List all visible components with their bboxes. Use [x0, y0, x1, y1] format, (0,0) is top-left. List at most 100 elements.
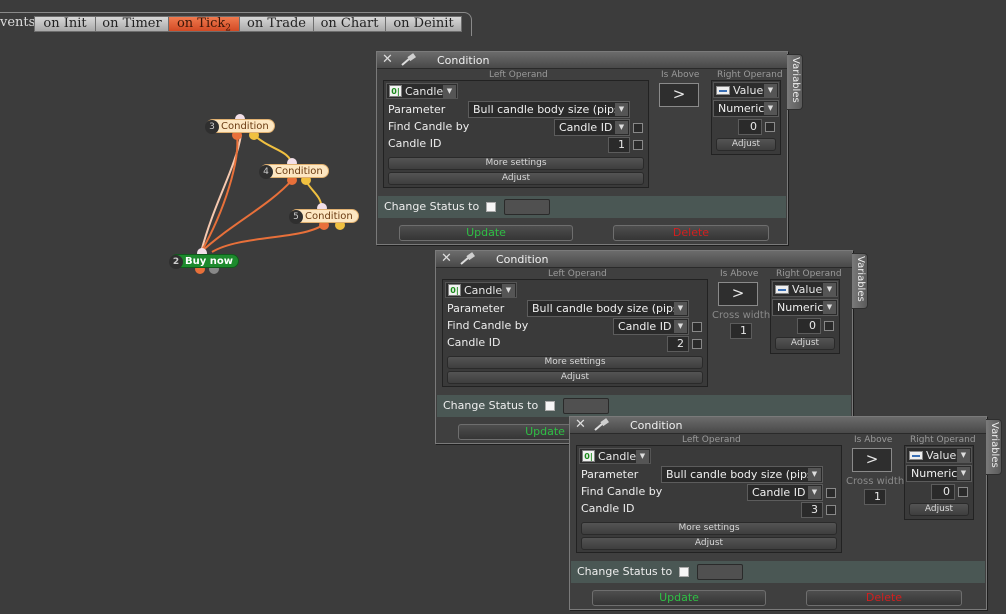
graph-node-condition-5[interactable]: 5 Condition [289, 209, 359, 224]
candle-id-label: Candle ID [581, 502, 635, 515]
left-operand-header: Left Operand [682, 435, 741, 445]
right-value-checkbox[interactable] [824, 321, 834, 331]
right-value-input[interactable]: 0 [738, 119, 762, 135]
numeric-select[interactable]: Numeric ▼ [906, 465, 972, 482]
candle-icon: 0| [389, 85, 402, 97]
chevron-down-icon: ▼ [674, 302, 687, 315]
change-status-field[interactable] [563, 398, 609, 414]
update-button[interactable]: Update [592, 590, 766, 606]
more-settings-button[interactable]: More settings [388, 157, 644, 170]
value-icon [716, 86, 730, 95]
pin-icon[interactable] [458, 252, 476, 266]
panel-title: Condition [630, 419, 683, 432]
close-icon[interactable]: ✕ [441, 252, 454, 266]
right-adjust-button[interactable]: Adjust [775, 337, 835, 350]
graph-node-buy-now[interactable]: 2 Buy now [169, 254, 239, 269]
change-status-field[interactable] [697, 564, 743, 580]
variables-tab[interactable]: Variables [852, 253, 868, 309]
chevron-down-icon: ▼ [808, 468, 821, 481]
candle-id-input[interactable]: 1 [608, 137, 630, 153]
cross-width-label: Cross width [846, 476, 905, 487]
left-operand-box: 0| Candle ▼ Parameter Bull candle body s… [576, 445, 842, 553]
left-adjust-button[interactable]: Adjust [388, 172, 644, 185]
parameter-label: Parameter [388, 103, 446, 116]
variables-tab[interactable]: Variables [787, 54, 803, 110]
chevron-down-icon: ▼ [764, 84, 777, 97]
right-value-input[interactable]: 0 [931, 484, 955, 500]
tab-on-deinit[interactable]: on Deinit [385, 16, 462, 32]
left-operand-header: Left Operand [489, 70, 548, 80]
right-value-input[interactable]: 0 [797, 318, 821, 334]
chevron-down-icon: ▼ [764, 102, 777, 115]
left-operand-box: 0| Candle ▼ Parameter Bull candle body s… [442, 279, 708, 387]
cross-width-input[interactable]: 1 [864, 489, 886, 505]
right-operand-header: Right Operand [717, 70, 783, 80]
left-adjust-button[interactable]: Adjust [447, 371, 703, 384]
right-operand-type-select[interactable]: Value ▼ [772, 281, 838, 297]
candle-id-input[interactable]: 2 [667, 336, 689, 352]
parameter-select[interactable]: Bull candle body size (pips) ▼ [661, 466, 823, 483]
change-status-checkbox[interactable] [486, 202, 496, 212]
left-adjust-button[interactable]: Adjust [581, 537, 837, 550]
candle-id-checkbox[interactable] [633, 140, 643, 150]
chevron-down-icon: ▼ [502, 284, 515, 297]
find-candle-checkbox[interactable] [692, 322, 702, 332]
right-value-checkbox[interactable] [765, 122, 775, 132]
right-operand-type-select[interactable]: Value ▼ [713, 82, 779, 98]
find-candle-select[interactable]: Candle ID ▼ [613, 318, 689, 335]
value-icon [909, 451, 923, 460]
change-status-row: Change Status to [571, 561, 985, 583]
chevron-down-icon: ▼ [808, 486, 821, 499]
find-candle-select[interactable]: Candle ID ▼ [554, 119, 630, 136]
right-operand-header: Right Operand [776, 269, 842, 279]
candle-id-input[interactable]: 3 [801, 502, 823, 518]
operator-button[interactable]: > [718, 282, 758, 306]
delete-button[interactable]: Delete [806, 590, 962, 606]
panel-title: Condition [496, 253, 549, 266]
right-operand-type-select[interactable]: Value ▼ [906, 447, 972, 463]
change-status-checkbox[interactable] [545, 401, 555, 411]
more-settings-button[interactable]: More settings [581, 522, 837, 535]
more-settings-button[interactable]: More settings [447, 356, 703, 369]
panel-titlebar[interactable]: ✕ Condition [377, 52, 787, 69]
panel-titlebar[interactable]: ✕ Condition [436, 251, 852, 268]
change-status-label: Change Status to [443, 399, 539, 412]
numeric-select[interactable]: Numeric ▼ [772, 299, 838, 316]
left-operand-type-select[interactable]: 0| Candle ▼ [579, 448, 651, 464]
parameter-select[interactable]: Bull candle body size (pips) ▼ [527, 300, 689, 317]
variables-tab[interactable]: Variables [986, 419, 1002, 475]
find-candle-select[interactable]: Candle ID ▼ [747, 484, 823, 501]
candle-id-label: Candle ID [447, 336, 501, 349]
left-operand-box: 0| Candle ▼ Parameter Bull candle body s… [383, 80, 649, 188]
panel-titlebar[interactable]: ✕ Condition [570, 417, 986, 434]
close-icon[interactable]: ✕ [575, 418, 588, 432]
find-candle-checkbox[interactable] [826, 488, 836, 498]
find-candle-checkbox[interactable] [633, 123, 643, 133]
graph-node-condition-4[interactable]: 4 Condition [259, 164, 329, 179]
change-status-row: Change Status to [378, 196, 786, 218]
numeric-select[interactable]: Numeric ▼ [713, 100, 779, 117]
chevron-down-icon: ▼ [674, 320, 687, 333]
change-status-checkbox[interactable] [679, 567, 689, 577]
candle-icon: 0| [582, 450, 595, 462]
parameter-select[interactable]: Bull candle body size (pips) ▼ [468, 101, 630, 118]
close-icon[interactable]: ✕ [382, 53, 395, 67]
right-adjust-button[interactable]: Adjust [909, 503, 969, 516]
condition-panel-1: ✕ Condition Variables Left Operand Is Ab… [376, 51, 803, 245]
pin-icon[interactable] [592, 418, 610, 432]
cross-width-input[interactable]: 1 [730, 323, 752, 339]
right-value-checkbox[interactable] [958, 487, 968, 497]
operator-button[interactable]: > [852, 448, 892, 472]
operator-button[interactable]: > [659, 83, 699, 107]
left-operand-type-select[interactable]: 0| Candle ▼ [445, 282, 517, 298]
update-button[interactable]: Update [399, 225, 573, 241]
chevron-down-icon: ▼ [957, 467, 970, 480]
right-adjust-button[interactable]: Adjust [716, 138, 776, 151]
graph-node-condition-3[interactable]: 3 Condition [205, 119, 275, 134]
left-operand-type-select[interactable]: 0| Candle ▼ [386, 83, 458, 99]
change-status-field[interactable] [504, 199, 550, 215]
delete-button[interactable]: Delete [613, 225, 769, 241]
pin-icon[interactable] [399, 53, 417, 67]
candle-id-checkbox[interactable] [826, 505, 836, 515]
candle-id-checkbox[interactable] [692, 339, 702, 349]
